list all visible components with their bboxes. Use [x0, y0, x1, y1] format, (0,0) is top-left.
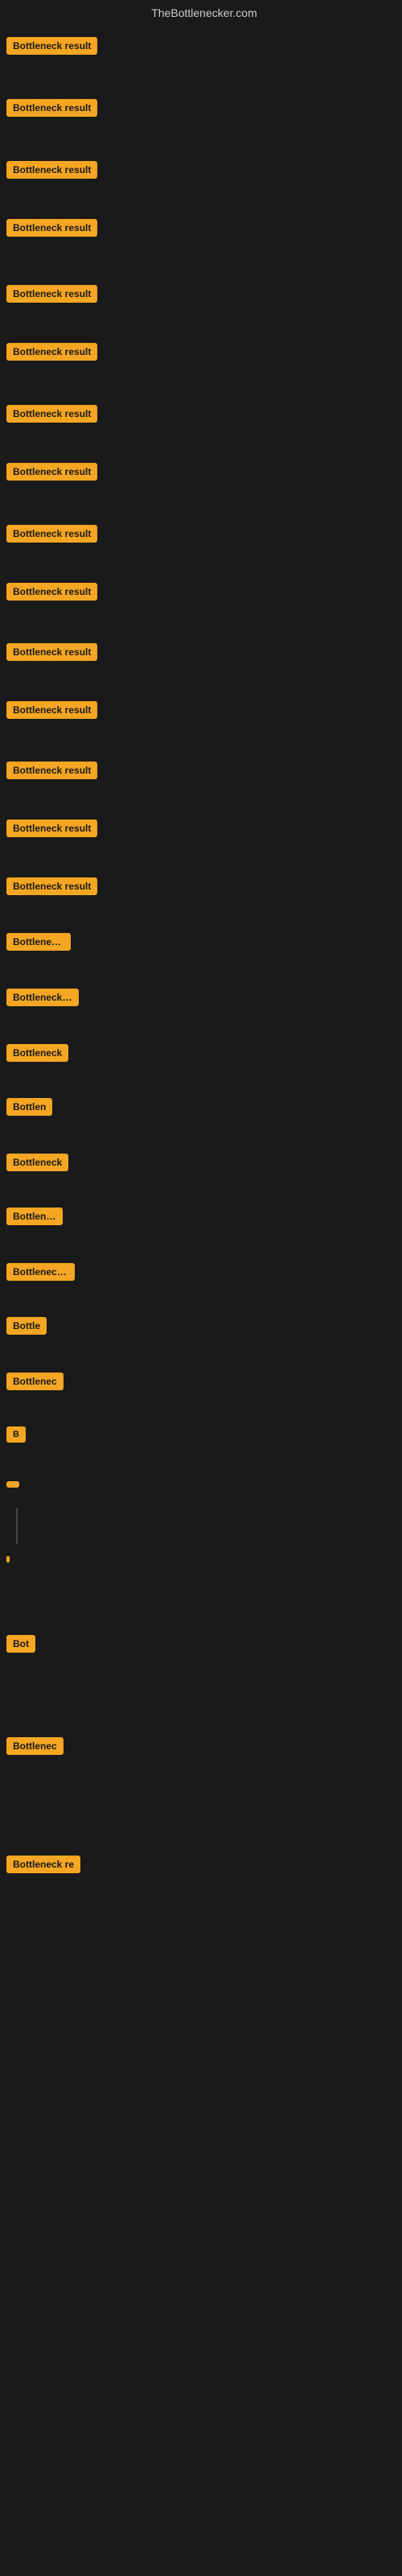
bottleneck-badge[interactable]: Bottleneck re — [6, 1856, 80, 1873]
bottleneck-badge[interactable]: Bottleneck result — [6, 819, 97, 837]
bottleneck-badge[interactable]: Bottleneck result — [6, 405, 97, 423]
list-item: Bottleneck result — [6, 381, 402, 443]
list-item: Bottleneck result — [6, 739, 402, 799]
list-item: Bottleneck result — [6, 323, 402, 381]
list-item — [6, 1463, 402, 1508]
bottleneck-badge[interactable]: Bottleneck resu — [6, 989, 79, 1006]
bottleneck-badge[interactable]: Bottlenec — [6, 1737, 64, 1755]
bottleneck-badge[interactable]: Bottleneck result — [6, 583, 97, 601]
list-item: Bottleneck result — [6, 621, 402, 681]
list-item: Bottleneck result — [6, 799, 402, 857]
site-title: TheBottlenecker.com — [6, 0, 402, 29]
bottleneck-badge[interactable]: Bottleneck re — [6, 1263, 75, 1281]
list-item: Bottlenec — [6, 1673, 402, 1775]
list-item: Bottleneck result — [6, 199, 402, 257]
bottleneck-badge[interactable]: Bottleneck result — [6, 463, 97, 481]
bottleneck-badge[interactable] — [6, 1481, 19, 1488]
list-item: B — [6, 1410, 402, 1463]
bottleneck-badge[interactable]: Bottleneck result — [6, 285, 97, 303]
list-item: Bottleneck result — [6, 501, 402, 563]
bottleneck-badge[interactable]: Bottlenec — [6, 1208, 63, 1225]
bottleneck-badge[interactable]: Bottleneck r — [6, 933, 71, 951]
list-item: Bottleneck result — [6, 443, 402, 501]
bottleneck-badge[interactable]: Bottle — [6, 1317, 47, 1335]
bottleneck-badge[interactable]: Bottleneck result — [6, 37, 97, 55]
list-item: Bottleneck result — [6, 563, 402, 621]
bottleneck-badge[interactable]: B — [6, 1426, 26, 1443]
list-item: Bottleneck result — [6, 75, 402, 137]
bottleneck-badge[interactable]: Bottleneck result — [6, 343, 97, 361]
list-item: Bottleneck r — [6, 915, 402, 971]
list-item: Bottleneck result — [6, 29, 402, 75]
list-item: Bottleneck — [6, 1026, 402, 1082]
bottleneck-badge[interactable]: Bottleneck result — [6, 701, 97, 719]
list-item: Bottlen — [6, 1082, 402, 1136]
list-item: Bottlenec — [6, 1355, 402, 1410]
bottleneck-badge[interactable] — [6, 1556, 10, 1563]
bottleneck-badge[interactable]: Bottleneck result — [6, 877, 97, 895]
list-item: Bottleneck result — [6, 857, 402, 915]
list-item: Bottleneck resu — [6, 971, 402, 1026]
list-item: Bottleneck result — [6, 137, 402, 199]
list-item: Bot — [6, 1583, 402, 1673]
bottleneck-badge[interactable]: Bottlen — [6, 1098, 52, 1116]
bottleneck-badge[interactable]: Bottleneck result — [6, 762, 97, 779]
bottleneck-badge[interactable]: Bottleneck — [6, 1044, 68, 1062]
bottleneck-badge[interactable]: Bot — [6, 1635, 35, 1653]
vertical-line-indicator — [16, 1508, 18, 1544]
list-item: Bottleneck re — [6, 1245, 402, 1301]
bottleneck-badge[interactable]: Bottleneck result — [6, 219, 97, 237]
bottleneck-badge[interactable]: Bottlenec — [6, 1373, 64, 1390]
list-item — [6, 1508, 402, 1583]
bottleneck-badge[interactable]: Bottleneck — [6, 1154, 68, 1171]
list-item: Bottleneck result — [6, 257, 402, 323]
bottleneck-badge[interactable]: Bottleneck result — [6, 525, 97, 543]
list-item: Bottleneck re — [6, 1775, 402, 1893]
list-item: Bottle — [6, 1301, 402, 1355]
list-item: Bottleneck — [6, 1136, 402, 1191]
bottleneck-badge[interactable]: Bottleneck result — [6, 99, 97, 117]
bottleneck-badge[interactable]: Bottleneck result — [6, 161, 97, 179]
list-item: Bottleneck result — [6, 681, 402, 739]
bottleneck-badge[interactable]: Bottleneck result — [6, 643, 97, 661]
list-item: Bottlenec — [6, 1191, 402, 1245]
